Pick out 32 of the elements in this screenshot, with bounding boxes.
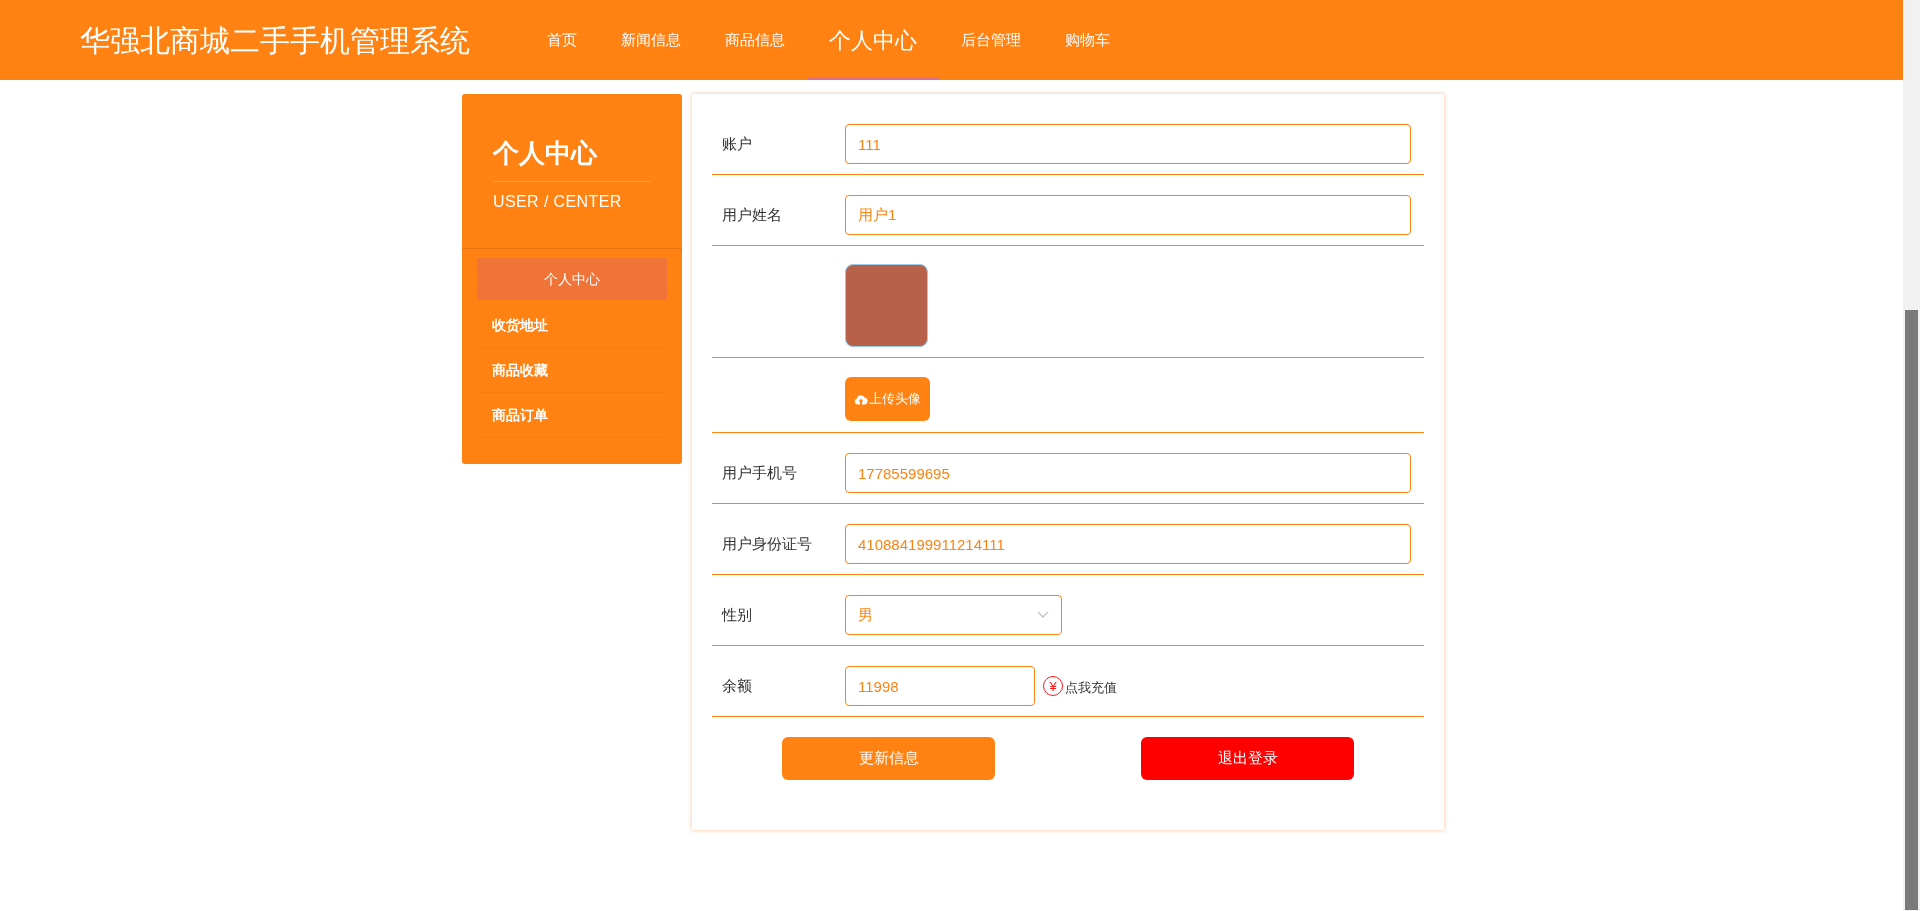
nav-link[interactable]: 后台管理: [939, 0, 1043, 80]
nav-link[interactable]: 商品信息: [703, 0, 807, 80]
upload-avatar-button[interactable]: 上传头像: [845, 377, 930, 421]
nav-link[interactable]: 新闻信息: [599, 0, 703, 80]
field-label: 余额: [722, 675, 753, 696]
field-label: 用户身份证号: [722, 533, 813, 554]
gender-select[interactable]: 男: [845, 595, 1062, 635]
field-label: 性别: [722, 604, 753, 625]
text-input[interactable]: 410884199911214111: [845, 524, 1411, 564]
balance-input[interactable]: 11998: [845, 666, 1035, 706]
sidebar-item[interactable]: 商品订单: [477, 393, 667, 438]
field-label: 用户手机号: [722, 462, 798, 483]
logout-button[interactable]: 退出登录: [1141, 737, 1354, 780]
text-input[interactable]: 111: [845, 124, 1411, 164]
sidebar-title: 个人中心: [493, 134, 651, 182]
recharge-link[interactable]: 点我充值: [1065, 677, 1117, 698]
site-title: 华强北商城二手手机管理系统: [80, 22, 471, 59]
sidebar-item[interactable]: 收货地址: [477, 303, 667, 348]
nav-link[interactable]: 首页: [525, 0, 599, 80]
nav-link[interactable]: 购物车: [1043, 0, 1132, 80]
field-label: 用户姓名: [722, 204, 783, 225]
field-label: 账户: [722, 133, 753, 154]
sidebar-item[interactable]: 个人中心: [477, 258, 667, 300]
text-input[interactable]: 17785599695: [845, 453, 1411, 493]
text-input[interactable]: 用户1: [845, 195, 1411, 235]
scrollbar[interactable]: [1903, 0, 1920, 911]
sidebar-subtitle: USER / CENTER: [493, 192, 623, 212]
chevron-down-icon: [1037, 611, 1049, 619]
nav-link[interactable]: 个人中心: [807, 0, 939, 80]
update-button[interactable]: 更新信息: [782, 737, 995, 780]
cloud-upload-icon: [854, 393, 868, 405]
sidebar-item[interactable]: 商品收藏: [477, 348, 667, 393]
